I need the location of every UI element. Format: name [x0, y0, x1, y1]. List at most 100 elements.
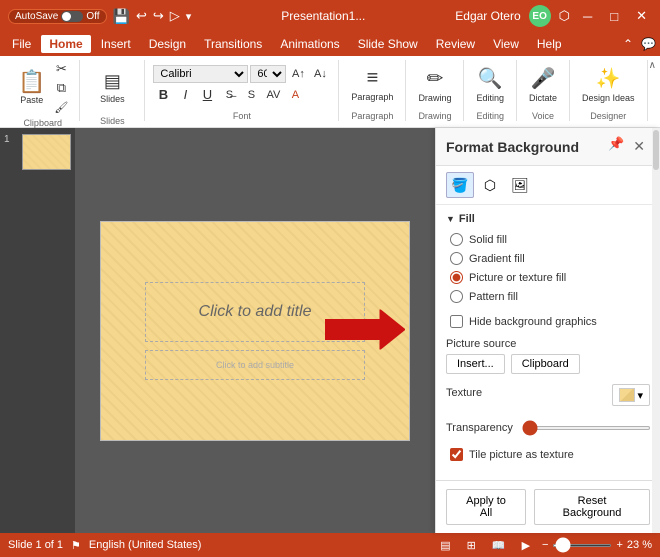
- texture-preview: [619, 388, 635, 402]
- transparency-slider[interactable]: [522, 426, 651, 430]
- menu-home[interactable]: Home: [41, 35, 90, 53]
- minimize-btn[interactable]: ─: [578, 7, 597, 26]
- bold-button[interactable]: B: [153, 86, 173, 104]
- increase-font-button[interactable]: A↑: [288, 65, 308, 83]
- gradient-fill-label: Gradient fill: [469, 253, 525, 265]
- texture-label: Texture: [446, 387, 482, 399]
- fill-triangle-icon[interactable]: ▼: [446, 214, 455, 224]
- slide-thumb-1: 1: [4, 134, 71, 170]
- comments-icon[interactable]: 💬: [641, 37, 656, 51]
- texture-dropdown-icon[interactable]: ▾: [637, 389, 643, 402]
- save-icon[interactable]: 💾: [113, 8, 130, 25]
- solid-fill-option[interactable]: Solid fill: [450, 233, 650, 246]
- panel-close-button[interactable]: ✕: [628, 136, 650, 157]
- picture-icon-btn[interactable]: 🖼: [506, 172, 534, 198]
- share-icon[interactable]: ⬡: [559, 8, 570, 24]
- menu-design[interactable]: Design: [141, 35, 194, 53]
- drawing-group: ✏ Drawing Drawing: [406, 60, 464, 121]
- gradient-fill-radio[interactable]: [450, 252, 463, 265]
- slide-subtitle-placeholder[interactable]: Click to add subtitle: [145, 350, 365, 380]
- ribbon-display-icon[interactable]: ⌃: [623, 37, 633, 51]
- text-shadow-button[interactable]: S: [241, 86, 261, 104]
- underline-button[interactable]: U: [197, 86, 217, 104]
- char-spacing-button[interactable]: AV: [263, 86, 283, 104]
- panel-body: ▼ Fill Solid fill Gradient fill Picture …: [436, 205, 660, 480]
- apply-to-all-button[interactable]: Apply to All: [446, 489, 526, 525]
- font-family-select[interactable]: Calibri: [153, 65, 248, 83]
- menu-slideshow[interactable]: Slide Show: [350, 35, 426, 53]
- fill-label: Fill: [459, 213, 475, 225]
- normal-view-btn[interactable]: ▤: [436, 538, 454, 553]
- pattern-fill-option[interactable]: Pattern fill: [450, 290, 650, 303]
- font-color-button[interactable]: A: [285, 86, 305, 104]
- present-icon[interactable]: ▷: [170, 8, 180, 24]
- copy-button[interactable]: ⧉: [51, 79, 71, 97]
- more-icon[interactable]: ▾: [186, 10, 192, 23]
- menu-file[interactable]: File: [4, 35, 39, 53]
- font-size-select[interactable]: 60: [250, 65, 286, 83]
- hide-graphics-checkbox[interactable]: [450, 315, 463, 328]
- dictate-button[interactable]: 🎤 Dictate: [525, 60, 561, 109]
- slides-group: ▤ Slides Slides: [80, 60, 145, 121]
- editing-group: 🔍 Editing Editing: [464, 60, 517, 121]
- hide-graphics-option[interactable]: Hide background graphics: [450, 315, 650, 328]
- menu-help[interactable]: Help: [529, 35, 570, 53]
- panel-pin-icon[interactable]: 📌: [608, 136, 624, 157]
- autosave-badge[interactable]: AutoSave Off: [8, 9, 107, 24]
- red-arrow: [325, 309, 405, 352]
- tile-checkbox[interactable]: [450, 448, 463, 461]
- italic-button[interactable]: I: [175, 86, 195, 104]
- tile-option[interactable]: Tile picture as texture: [450, 448, 650, 461]
- close-btn[interactable]: ✕: [631, 6, 652, 26]
- paragraph-button[interactable]: ≡ Paragraph: [347, 60, 397, 109]
- autosave-label: AutoSave: [15, 11, 58, 22]
- avatar[interactable]: EO: [529, 5, 551, 27]
- menu-bar: File Home Insert Design Transitions Anim…: [0, 32, 660, 56]
- slide-sorter-btn[interactable]: ⊞: [463, 538, 480, 553]
- paste-button[interactable]: 📋 Paste: [14, 61, 49, 115]
- texture-picker-button[interactable]: ▾: [612, 384, 650, 406]
- menu-view[interactable]: View: [485, 35, 527, 53]
- menu-animations[interactable]: Animations: [272, 35, 347, 53]
- slide-error-icon[interactable]: ⚑: [71, 539, 81, 552]
- pattern-fill-radio[interactable]: [450, 290, 463, 303]
- design-ideas-button[interactable]: ✨ Design Ideas: [578, 60, 639, 109]
- autosave-toggle[interactable]: [61, 11, 83, 22]
- designer-group: ✨ Design Ideas Designer: [570, 60, 648, 121]
- solid-fill-radio[interactable]: [450, 233, 463, 246]
- maximize-btn[interactable]: □: [605, 7, 623, 26]
- menu-insert[interactable]: Insert: [93, 35, 139, 53]
- panel-scrollbar[interactable]: [652, 128, 660, 533]
- slide-show-btn[interactable]: ▶: [518, 538, 534, 553]
- zoom-in-icon[interactable]: +: [616, 539, 622, 551]
- font-group: Calibri 60 A↑ A↓ B I U S̶ S AV A: [145, 60, 339, 121]
- fill-icon-btn[interactable]: 🪣: [446, 172, 474, 198]
- decrease-font-button[interactable]: A↓: [310, 65, 330, 83]
- ribbon-collapse-button[interactable]: ∧: [649, 60, 656, 71]
- reset-background-button[interactable]: Reset Background: [534, 489, 650, 525]
- cut-button[interactable]: ✂: [51, 60, 71, 78]
- insert-button[interactable]: Insert...: [446, 354, 505, 374]
- menu-transitions[interactable]: Transitions: [196, 35, 270, 53]
- slide-thumbnail[interactable]: [22, 134, 71, 170]
- editing-button[interactable]: 🔍 Editing: [472, 60, 508, 109]
- drawing-button[interactable]: ✏ Drawing: [414, 60, 455, 109]
- effects-icon-btn[interactable]: ⬡: [476, 172, 504, 198]
- format-painter-button[interactable]: 🖌: [51, 98, 71, 116]
- redo-icon[interactable]: ↪: [153, 8, 164, 24]
- strikethrough-button[interactable]: S̶: [219, 86, 239, 104]
- reading-view-btn[interactable]: 📖: [488, 538, 510, 553]
- undo-icon[interactable]: ↩: [136, 8, 147, 24]
- gradient-fill-option[interactable]: Gradient fill: [450, 252, 650, 265]
- picture-fill-radio[interactable]: [450, 271, 463, 284]
- zoom-value[interactable]: 23 %: [627, 539, 652, 551]
- language-label[interactable]: English (United States): [89, 539, 202, 551]
- new-slide-button[interactable]: ▤ Slides: [88, 60, 136, 114]
- zoom-slider[interactable]: [552, 544, 612, 547]
- paragraph-icon: ≡: [367, 67, 379, 90]
- menu-review[interactable]: Review: [428, 35, 483, 53]
- zoom-out-icon[interactable]: −: [542, 539, 548, 551]
- picture-fill-option[interactable]: Picture or texture fill: [450, 271, 650, 284]
- texture-row: Texture ▾: [446, 384, 650, 406]
- clipboard-button[interactable]: Clipboard: [511, 354, 580, 374]
